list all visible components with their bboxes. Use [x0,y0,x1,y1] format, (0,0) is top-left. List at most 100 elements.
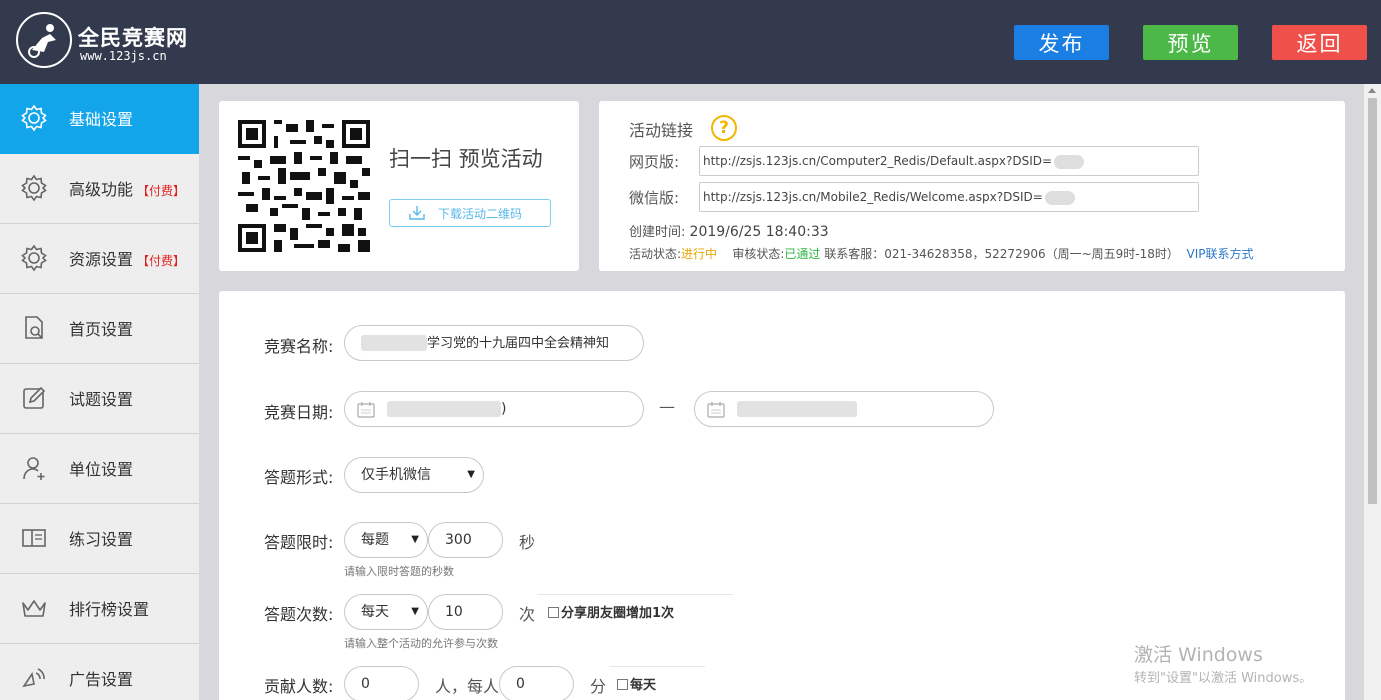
wechat-version-label: 微信版: [629,189,680,207]
gear-icon [21,174,47,202]
preview-button[interactable]: 预览 [1143,25,1238,60]
sidebar-item-ads[interactable]: 广告设置 [0,644,199,700]
download-qr-button[interactable]: 下载活动二维码 [389,199,551,227]
time-limit-hint: 请输入限时答题的秒数 [344,565,454,578]
times-unit: 次 [519,605,536,624]
seconds-unit: 秒 [519,533,536,552]
created-time-value: 2019/6/25 18:40:33 [689,224,829,240]
scan-preview-text: 扫一扫 预览活动 [389,147,543,171]
vertical-scrollbar[interactable] [1364,84,1381,700]
redacted-date [737,401,857,417]
windows-activation-title: 激活 Windows [1134,644,1263,666]
web-url-field[interactable]: http://zsjs.123js.cn/Computer2_Redis/Def… [699,146,1199,176]
activity-link-title: 活动链接 [629,121,694,140]
points-unit: 分 [590,677,607,696]
calendar-icon [357,402,375,418]
contributors-input[interactable]: 0 [344,666,419,700]
sidebar-item-resources[interactable]: 资源设置 【付费】 [0,224,199,294]
created-time: 创建时间: 2019/6/25 18:40:33 [629,224,829,240]
basic-settings-form: 竞赛名称: 学习党的十九届四中全会精神知 竞赛日期: ) — 答题形式: 仅手机… [219,291,1345,700]
site-logo[interactable]: 全民竞赛网 www.123js.cn [16,12,206,70]
back-button[interactable]: 返回 [1272,25,1367,60]
help-icon[interactable]: ? [711,115,737,141]
attempt-count-input[interactable]: 10 [428,594,503,630]
review-status-badge: 已通过 [784,247,821,261]
attempt-count-hint: 请输入整个活动的允许参与次数 [344,637,498,650]
web-version-label: 网页版: [629,153,680,171]
sidebar: 基础设置 高级功能 【付费】 资源设置 【付费】 首页设置 试题设置 单位设置 练习… [0,84,199,700]
windows-activation-subtitle: 转到"设置"以激活 Windows。 [1134,671,1313,686]
time-limit-unit-select[interactable]: 每题 ▼ [344,522,428,558]
dropdown-arrow-icon: ▼ [411,606,419,617]
redacted-id [1044,190,1075,205]
scroll-thumb[interactable] [1368,98,1377,504]
gear-icon [21,104,47,132]
logo-badge-icon [16,12,72,68]
sidebar-item-practice[interactable]: 练习设置 [0,504,199,574]
time-limit-label: 答题限时: [264,533,334,552]
qr-preview-card: 扫一扫 预览活动 下载活动二维码 [219,101,579,271]
dropdown-arrow-icon: ▼ [411,534,419,545]
wechat-url-field[interactable]: http://zsjs.123js.cn/Mobile2_Redis/Welco… [699,182,1199,212]
paid-badge: 【付费】 [137,254,186,268]
sidebar-item-label: 高级功能 【付费】 [69,180,186,199]
sidebar-item-label: 资源设置 【付费】 [69,250,186,269]
start-date-input[interactable]: ) [344,391,644,427]
scroll-up-arrow-icon[interactable] [1368,88,1376,93]
sidebar-item-questions[interactable]: 试题设置 [0,364,199,434]
sidebar-item-advanced[interactable]: 高级功能 【付费】 [0,154,199,224]
end-date-input[interactable] [694,391,994,427]
crown-icon [22,600,46,617]
points-input[interactable]: 0 [499,666,574,700]
sidebar-item-label: 试题设置 [69,390,134,409]
time-limit-input[interactable]: 300 [428,522,503,558]
answer-mode-select[interactable]: 仅手机微信 ▼ [344,457,484,493]
page-search-icon [25,316,43,339]
sidebar-item-homepage[interactable]: 首页设置 [0,294,199,364]
daily-checkbox[interactable]: 每天 [617,674,656,693]
sidebar-item-label: 广告设置 [69,670,134,689]
per-person-unit: 人，每人 [435,677,500,696]
competition-date-label: 竞赛日期: [264,403,334,422]
contact-info: 联系客服：021-34628358，52272906（周一~周五9时-18时） [824,247,1179,261]
redacted-text [361,335,427,351]
sidebar-item-label: 练习设置 [69,530,134,549]
sidebar-item-leaderboard[interactable]: 排行榜设置 [0,574,199,644]
sidebar-item-label: 首页设置 [69,320,134,339]
contributors-label: 贡献人数: [264,677,334,696]
sidebar-item-label: 排行榜设置 [69,600,150,619]
sidebar-item-units[interactable]: 单位设置 [0,434,199,504]
paid-badge: 【付费】 [137,184,186,198]
checkbox-box[interactable] [548,607,559,618]
download-qr-label: 下载活动二维码 [438,206,523,221]
edit-icon [23,386,46,409]
attempt-count-label: 答题次数: [264,605,334,624]
redacted-id [1054,154,1085,169]
competition-name-label: 竞赛名称: [264,337,334,356]
checkbox-box[interactable] [617,679,628,690]
calendar-icon [707,402,725,418]
user-add-icon [23,457,45,480]
sidebar-item-label: 基础设置 [69,110,134,129]
download-icon [409,206,425,220]
web-url-text: http://zsjs.123js.cn/Computer2_Redis/Def… [703,154,1053,168]
answer-mode-label: 答题形式: [264,468,334,487]
activity-link-card: 活动链接 ? 网页版: http://zsjs.123js.cn/Compute… [599,101,1345,271]
sidebar-item-basic-settings[interactable]: 基础设置 [0,84,199,154]
gear-icon [21,244,47,272]
dropdown-arrow-icon: ▼ [467,469,475,480]
share-bonus-checkbox[interactable]: 分享朋友圈增加1次 [548,602,674,621]
qr-code-icon [238,120,370,252]
date-separator: — [659,397,675,416]
publish-button[interactable]: 发布 [1014,25,1109,60]
status-line: 活动状态:进行中 审核状态:已通过 联系客服：021-34628358，5227… [629,247,1254,261]
top-header: 全民竞赛网 www.123js.cn 发布 预览 返回 [0,0,1381,84]
logo-url: www.123js.cn [80,49,167,63]
vip-contact-link[interactable]: VIP联系方式 [1187,247,1254,261]
attempt-count-unit-select[interactable]: 每天 ▼ [344,594,428,630]
competition-name-input[interactable]: 学习党的十九届四中全会精神知 [344,325,644,361]
redacted-date [387,401,501,417]
sidebar-item-label: 单位设置 [69,460,134,479]
book-icon [22,529,46,547]
wechat-url-text: http://zsjs.123js.cn/Mobile2_Redis/Welco… [703,190,1043,204]
